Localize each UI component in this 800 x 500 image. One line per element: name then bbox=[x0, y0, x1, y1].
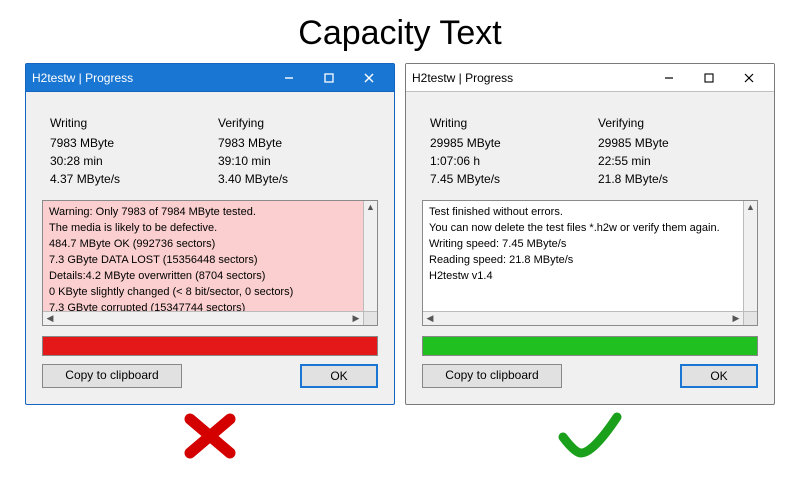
scrollbar-corner bbox=[363, 311, 377, 325]
button-row: Copy to clipboard OK bbox=[42, 364, 378, 388]
maximize-icon bbox=[324, 73, 334, 83]
stats-panel: Writing 29985 MByte 1:07:06 h 7.45 MByte… bbox=[422, 108, 758, 194]
writing-speed: 4.37 MByte/s bbox=[50, 170, 202, 188]
maximize-icon bbox=[704, 73, 714, 83]
minimize-button[interactable] bbox=[270, 68, 308, 88]
writing-speed: 7.45 MByte/s bbox=[430, 170, 582, 188]
horizontal-scrollbar[interactable]: ◀ ▶ bbox=[43, 311, 363, 325]
copy-to-clipboard-button[interactable]: Copy to clipboard bbox=[42, 364, 182, 388]
log-line: The media is likely to be defective. bbox=[49, 221, 371, 237]
verifying-time: 39:10 min bbox=[218, 152, 370, 170]
window-title: H2testw | Progress bbox=[32, 71, 268, 85]
log-line: Reading speed: 21.8 MByte/s bbox=[429, 253, 751, 269]
scroll-left-icon: ◀ bbox=[43, 312, 57, 325]
verifying-speed: 21.8 MByte/s bbox=[598, 170, 750, 188]
log-line: Writing speed: 7.45 MByte/s bbox=[429, 237, 751, 253]
window-right: H2testw | Progress Writing 29985 MByte 1… bbox=[405, 63, 775, 405]
vertical-scrollbar[interactable]: ▲ bbox=[743, 201, 757, 311]
window-title: H2testw | Progress bbox=[412, 71, 648, 85]
log-line: Test finished without errors. bbox=[429, 205, 751, 221]
window-left: H2testw | Progress Writing 7983 MByte 30… bbox=[25, 63, 395, 405]
verifying-speed: 3.40 MByte/s bbox=[218, 170, 370, 188]
minimize-icon bbox=[284, 73, 294, 83]
copy-to-clipboard-button[interactable]: Copy to clipboard bbox=[422, 364, 562, 388]
writing-column: Writing 7983 MByte 30:28 min 4.37 MByte/… bbox=[42, 108, 210, 194]
progress-bar bbox=[422, 336, 758, 356]
scroll-up-icon: ▲ bbox=[364, 201, 377, 215]
windows-row: H2testw | Progress Writing 7983 MByte 30… bbox=[0, 63, 800, 405]
button-row: Copy to clipboard OK bbox=[422, 364, 758, 388]
log-line: Details:4.2 MByte overwritten (8704 sect… bbox=[49, 269, 371, 285]
page-title: Capacity Text bbox=[0, 0, 800, 63]
verifying-size: 7983 MByte bbox=[218, 134, 370, 152]
ok-button[interactable]: OK bbox=[300, 364, 378, 388]
verifying-column: Verifying 7983 MByte 39:10 min 3.40 MByt… bbox=[210, 108, 378, 194]
stats-panel: Writing 7983 MByte 30:28 min 4.37 MByte/… bbox=[42, 108, 378, 194]
verifying-header: Verifying bbox=[218, 114, 370, 132]
scroll-right-icon: ▶ bbox=[729, 312, 743, 325]
log-line: Warning: Only 7983 of 7984 MByte tested. bbox=[49, 205, 371, 221]
x-mark-icon bbox=[180, 411, 240, 461]
window-body: Writing 29985 MByte 1:07:06 h 7.45 MByte… bbox=[414, 100, 766, 396]
log-line: 7.3 GByte DATA LOST (15356448 sectors) bbox=[49, 253, 371, 269]
writing-header: Writing bbox=[50, 114, 202, 132]
minimize-icon bbox=[664, 73, 674, 83]
writing-size: 7983 MByte bbox=[50, 134, 202, 152]
scroll-up-icon: ▲ bbox=[744, 201, 757, 215]
close-icon bbox=[744, 73, 754, 83]
verifying-size: 29985 MByte bbox=[598, 134, 750, 152]
progress-bar bbox=[42, 336, 378, 356]
writing-size: 29985 MByte bbox=[430, 134, 582, 152]
ok-button[interactable]: OK bbox=[680, 364, 758, 388]
fail-mark bbox=[25, 411, 395, 461]
maximize-button[interactable] bbox=[310, 68, 348, 88]
titlebar[interactable]: H2testw | Progress bbox=[406, 64, 774, 92]
scrollbar-corner bbox=[743, 311, 757, 325]
pass-mark bbox=[405, 411, 775, 461]
close-button[interactable] bbox=[730, 68, 768, 88]
minimize-button[interactable] bbox=[650, 68, 688, 88]
vertical-scrollbar[interactable]: ▲ bbox=[363, 201, 377, 311]
verifying-column: Verifying 29985 MByte 22:55 min 21.8 MBy… bbox=[590, 108, 758, 194]
verdict-row bbox=[0, 411, 800, 461]
writing-header: Writing bbox=[430, 114, 582, 132]
close-button[interactable] bbox=[350, 68, 388, 88]
writing-time: 1:07:06 h bbox=[430, 152, 582, 170]
log-line: You can now delete the test files *.h2w … bbox=[429, 221, 751, 237]
writing-column: Writing 29985 MByte 1:07:06 h 7.45 MByte… bbox=[422, 108, 590, 194]
scroll-left-icon: ◀ bbox=[423, 312, 437, 325]
log-line: H2testw v1.4 bbox=[429, 269, 751, 285]
log-textarea[interactable]: Warning: Only 7983 of 7984 MByte tested.… bbox=[42, 200, 378, 326]
window-body: Writing 7983 MByte 30:28 min 4.37 MByte/… bbox=[34, 100, 386, 396]
verifying-header: Verifying bbox=[598, 114, 750, 132]
verifying-time: 22:55 min bbox=[598, 152, 750, 170]
titlebar[interactable]: H2testw | Progress bbox=[26, 64, 394, 92]
log-line: 0 KByte slightly changed (< 8 bit/sector… bbox=[49, 285, 371, 301]
maximize-button[interactable] bbox=[690, 68, 728, 88]
close-icon bbox=[364, 73, 374, 83]
check-mark-icon bbox=[555, 411, 625, 461]
horizontal-scrollbar[interactable]: ◀ ▶ bbox=[423, 311, 743, 325]
log-textarea[interactable]: Test finished without errors. You can no… bbox=[422, 200, 758, 326]
scroll-right-icon: ▶ bbox=[349, 312, 363, 325]
log-line: 484.7 MByte OK (992736 sectors) bbox=[49, 237, 371, 253]
writing-time: 30:28 min bbox=[50, 152, 202, 170]
